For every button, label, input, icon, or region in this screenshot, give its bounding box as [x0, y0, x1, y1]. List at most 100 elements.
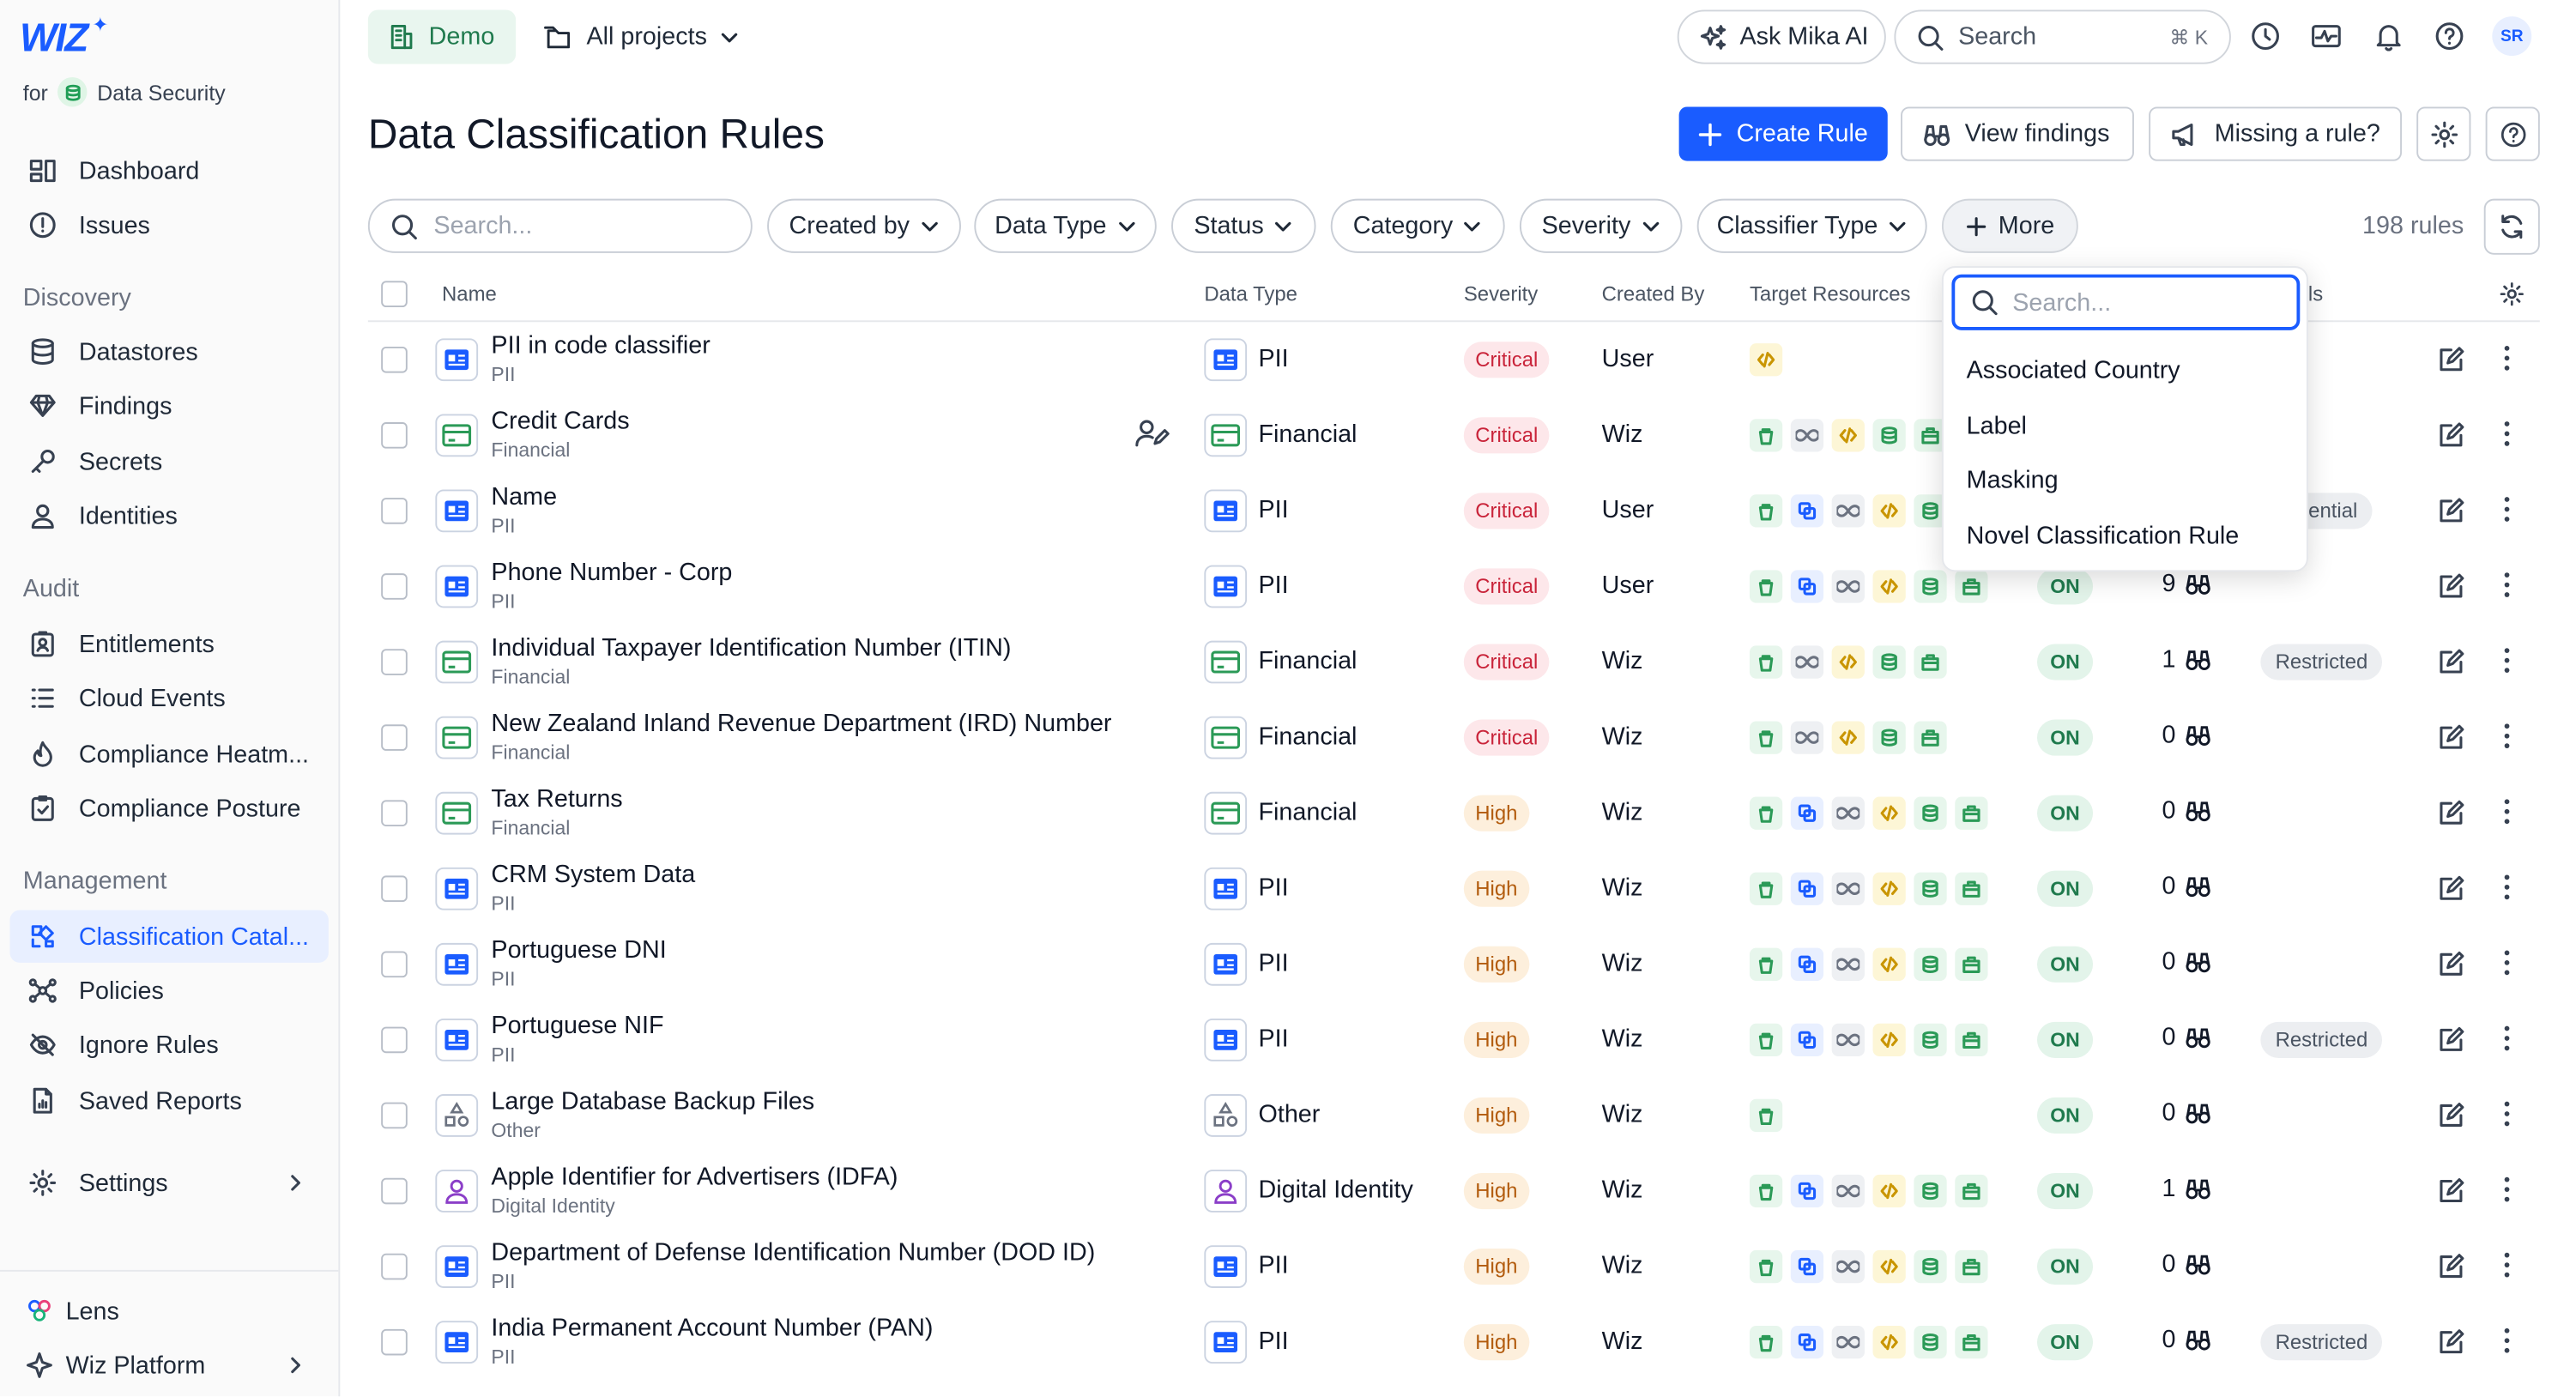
status-badge[interactable]: ON	[2036, 946, 2094, 983]
activity-monitor-icon[interactable]	[2310, 20, 2343, 52]
dropdown-search-input[interactable]: Search...	[1951, 274, 2301, 330]
filter-created-by[interactable]: Created by	[767, 198, 961, 253]
filter-classifier-type[interactable]: Classifier Type	[1696, 198, 1927, 253]
column-header-labels[interactable]: ls	[2308, 282, 2323, 305]
edit-icon[interactable]	[2436, 496, 2465, 525]
status-badge[interactable]: ON	[2036, 1172, 2094, 1210]
nav-dashboard[interactable]: Dashboard	[9, 144, 328, 197]
help-button[interactable]	[2485, 106, 2540, 161]
edit-icon[interactable]	[2436, 1327, 2465, 1357]
edit-icon[interactable]	[2436, 874, 2465, 904]
more-actions-icon[interactable]	[2504, 496, 2511, 523]
nav-lens[interactable]: Lens	[9, 1285, 328, 1337]
row-checkbox[interactable]	[381, 1026, 408, 1054]
nav-issues[interactable]: Issues	[9, 199, 328, 251]
findings-count[interactable]: 9	[2162, 570, 2213, 598]
status-badge[interactable]: ON	[2036, 568, 2094, 605]
table-row[interactable]: CRM System Data PII PII High Wiz ON 0	[368, 851, 2540, 927]
row-checkbox[interactable]	[381, 1328, 408, 1356]
more-actions-icon[interactable]	[2504, 950, 2511, 977]
rule-name[interactable]: New Zealand Inland Revenue Department (I…	[491, 710, 1111, 738]
more-actions-icon[interactable]	[2504, 1025, 2511, 1052]
findings-count[interactable]: 0	[2162, 721, 2213, 749]
more-actions-icon[interactable]	[2504, 1327, 2511, 1354]
table-row[interactable]: India Permanent Account Number (PAN) PII P…	[368, 1304, 2540, 1380]
user-avatar[interactable]: SR	[2492, 16, 2532, 57]
nav-saved-reports[interactable]: Saved Reports	[9, 1074, 328, 1127]
findings-count[interactable]: 0	[2162, 1326, 2213, 1354]
rule-name[interactable]: Apple Identifier for Advertisers (IDFA)	[491, 1163, 898, 1191]
status-badge[interactable]: ON	[2036, 644, 2094, 680]
table-row[interactable]: Individual Taxpayer Identification Numbe…	[368, 625, 2540, 700]
rule-name[interactable]: Portuguese DNI	[491, 936, 666, 965]
more-actions-icon[interactable]	[2504, 420, 2511, 447]
findings-count[interactable]: 0	[2162, 948, 2213, 976]
edit-icon[interactable]	[2436, 1101, 2465, 1130]
project-selector[interactable]: All projects	[542, 9, 740, 64]
nav-classification-catalog[interactable]: Classification Catal...	[9, 910, 329, 963]
column-header-data-type[interactable]: Data Type	[1204, 282, 1297, 305]
history-icon[interactable]	[2249, 20, 2282, 52]
row-checkbox[interactable]	[381, 649, 408, 675]
nav-compliance-posture[interactable]: Compliance Posture	[9, 782, 328, 834]
findings-count[interactable]: 0	[2162, 1099, 2213, 1127]
table-row[interactable]: Large Database Backup Files Other Other Hig…	[368, 1078, 2540, 1153]
edit-icon[interactable]	[2436, 345, 2465, 374]
settings-button[interactable]	[2416, 106, 2471, 161]
row-checkbox[interactable]	[381, 422, 408, 449]
nav-ignore-rules[interactable]: Ignore Rules	[9, 1019, 328, 1071]
rule-name[interactable]: Phone Number - Corp	[491, 559, 732, 587]
create-rule-button[interactable]: Create Rule	[1678, 106, 1888, 161]
more-actions-icon[interactable]	[2504, 874, 2511, 901]
view-findings-button[interactable]: View findings	[1901, 106, 2134, 161]
bell-icon[interactable]	[2373, 20, 2405, 52]
rule-name[interactable]: Large Database Backup Files	[491, 1087, 814, 1116]
row-checkbox[interactable]	[381, 1253, 408, 1280]
findings-count[interactable]: 0	[2162, 1024, 2213, 1051]
nav-findings[interactable]: Findings	[9, 379, 328, 432]
edit-icon[interactable]	[2436, 647, 2465, 676]
ask-mika-ai-button[interactable]: Ask Mika AI	[1677, 9, 1886, 64]
more-actions-icon[interactable]	[2504, 723, 2511, 749]
dropdown-item-novel-classification-rule[interactable]: Novel Classification Rule	[1967, 523, 2240, 551]
column-settings-icon[interactable]	[2499, 281, 2525, 307]
select-all-checkbox[interactable]	[381, 281, 408, 308]
row-checkbox[interactable]	[381, 724, 408, 751]
rule-name[interactable]: India Permanent Account Number (PAN)	[491, 1315, 933, 1343]
table-row[interactable]: Portuguese DNI PII PII High Wiz ON 0	[368, 927, 2540, 1002]
rule-name[interactable]: Department of Defense Identification Num…	[491, 1239, 1095, 1267]
rule-name[interactable]: Individual Taxpayer Identification Numbe…	[491, 634, 1011, 662]
missing-rule-button[interactable]: Missing a rule?	[2149, 106, 2402, 161]
global-search[interactable]: Search ⌘ K	[1894, 9, 2231, 64]
filter-severity[interactable]: Severity	[1519, 198, 1683, 253]
more-actions-icon[interactable]	[2504, 647, 2511, 674]
row-checkbox[interactable]	[381, 800, 408, 826]
column-header-name[interactable]: Name	[442, 282, 497, 305]
table-row[interactable]: Tax Returns Financial Financial High Wiz ON 0	[368, 776, 2540, 851]
findings-count[interactable]: 0	[2162, 1250, 2213, 1278]
more-actions-icon[interactable]	[2504, 798, 2511, 825]
status-badge[interactable]: ON	[2036, 1324, 2094, 1361]
refresh-button[interactable]	[2483, 198, 2540, 255]
nav-entitlements[interactable]: Entitlements	[9, 618, 328, 670]
nav-datastores[interactable]: Datastores	[9, 325, 328, 378]
row-checkbox[interactable]	[381, 1177, 408, 1205]
edit-icon[interactable]	[2436, 1176, 2465, 1206]
row-checkbox[interactable]	[381, 498, 408, 524]
more-actions-icon[interactable]	[2504, 572, 2511, 598]
edit-icon[interactable]	[2436, 1252, 2465, 1281]
edit-icon[interactable]	[2436, 798, 2465, 827]
wiz-logo[interactable]: WIZ	[20, 16, 88, 63]
findings-count[interactable]: 1	[2162, 645, 2213, 674]
edit-icon[interactable]	[2436, 1025, 2465, 1055]
dropdown-item-associated-country[interactable]: Associated Country	[1967, 356, 2180, 384]
filter-more-button[interactable]: More	[1941, 198, 2078, 253]
edit-icon[interactable]	[2436, 572, 2465, 601]
findings-count[interactable]: 1	[2162, 1175, 2213, 1202]
status-badge[interactable]: ON	[2036, 795, 2094, 832]
table-row[interactable]: Portuguese NIF PII PII High Wiz ON 0 Restricted	[368, 1002, 2540, 1078]
rule-name[interactable]: CRM System Data	[491, 861, 695, 889]
filter-data-type[interactable]: Data Type	[974, 198, 1157, 253]
table-row[interactable]: Apple Identifier for Advertisers (IDFA) D…	[368, 1153, 2540, 1229]
row-checkbox[interactable]	[381, 1102, 408, 1129]
